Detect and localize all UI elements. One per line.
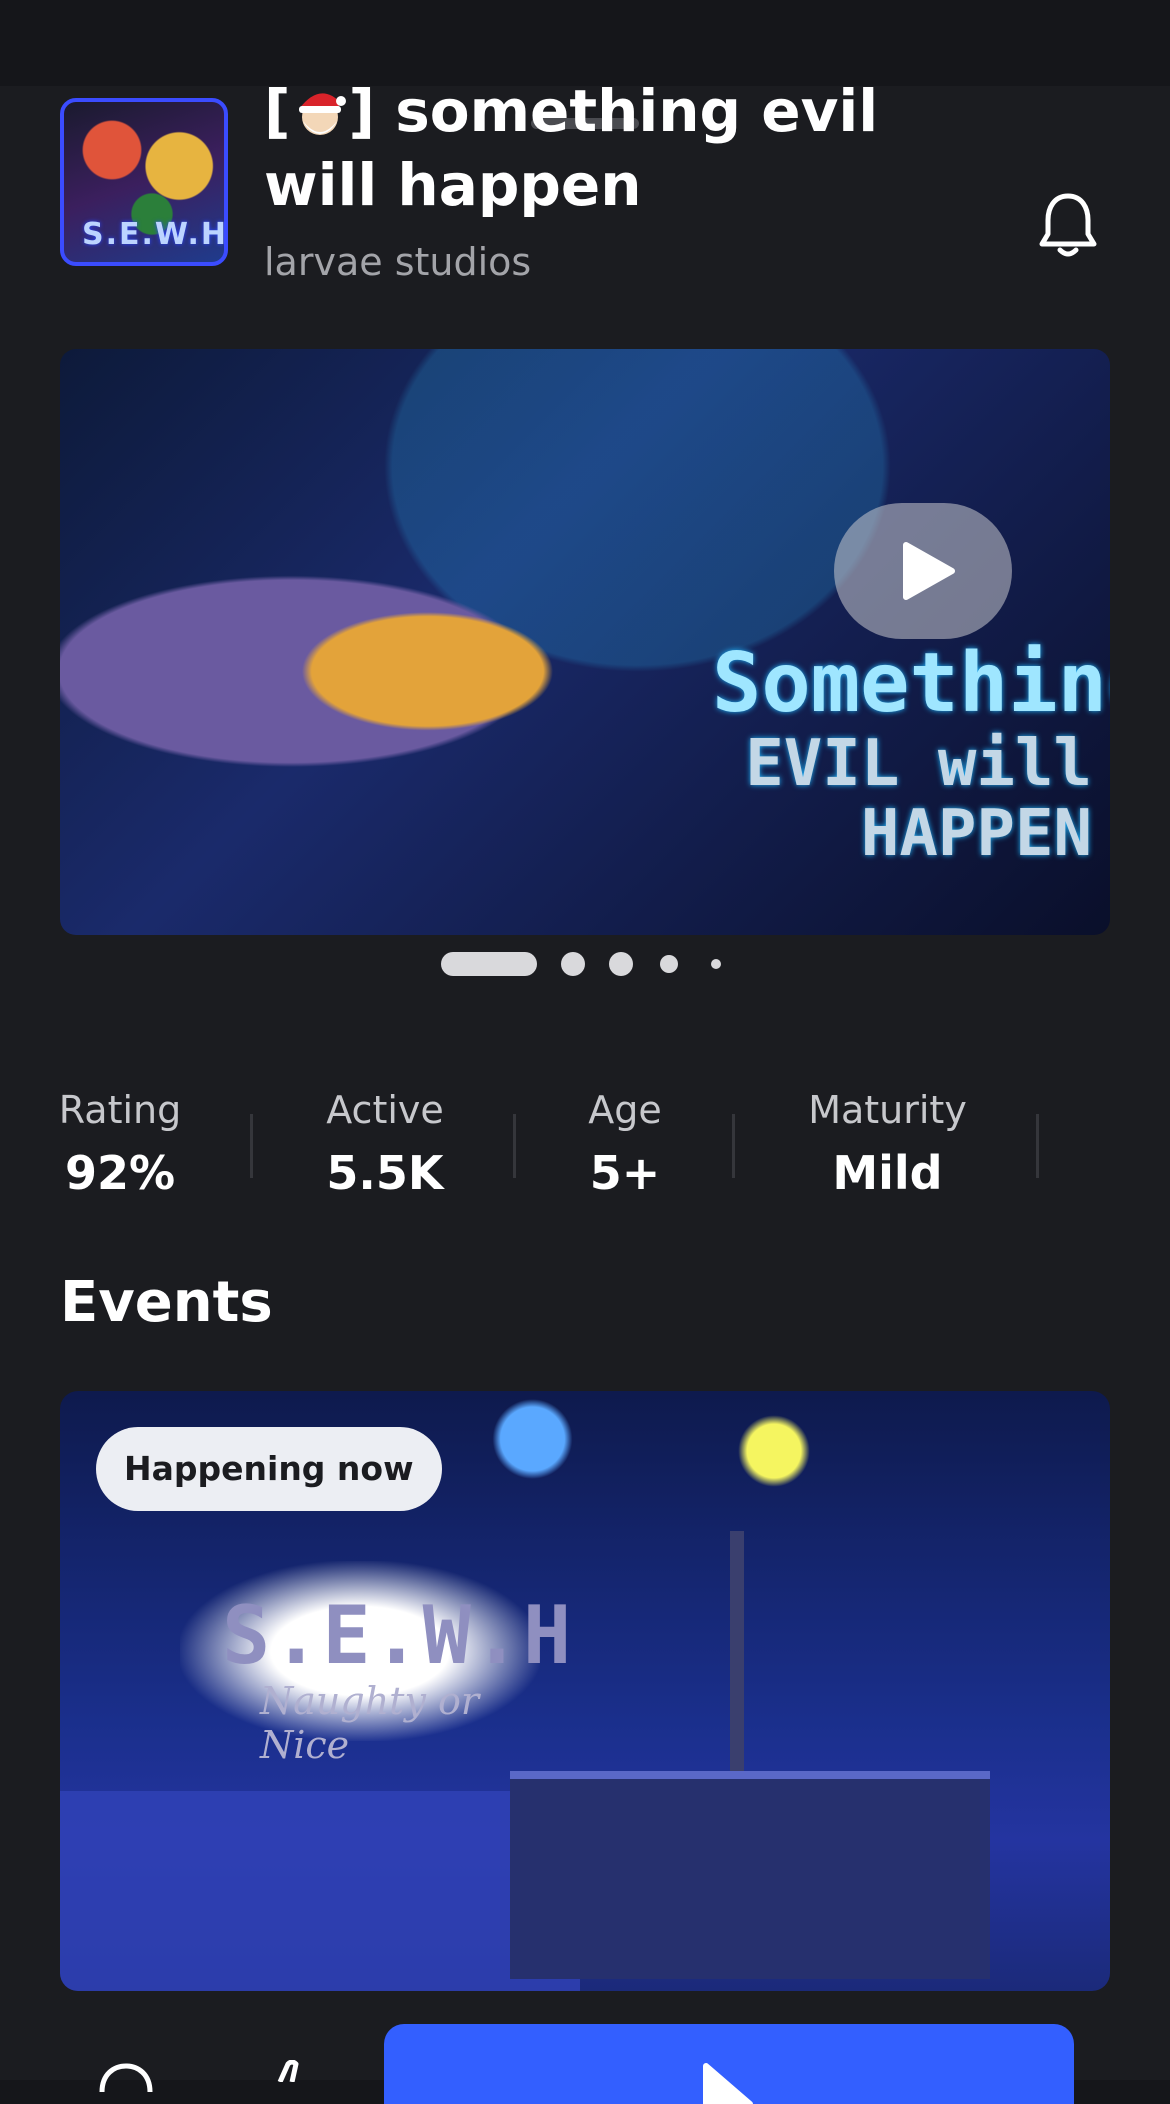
stat-divider xyxy=(1036,1114,1039,1178)
stat-divider xyxy=(513,1114,516,1178)
play-game-button[interactable] xyxy=(384,2024,1074,2104)
stat-age: Age 5+ xyxy=(560,1088,690,1200)
comment-icon[interactable] xyxy=(96,2062,156,2096)
event-card[interactable]: S.E.W.H Naughty or Nice Happening now xyxy=(60,1391,1110,1991)
stat-maturity: Maturity Mild xyxy=(790,1088,985,1200)
carousel-dot[interactable] xyxy=(609,952,633,976)
media-logo: Something EVIL will HAPPEN xyxy=(712,636,1110,871)
event-image-building xyxy=(510,1771,990,1979)
stat-active: Active 5.5K xyxy=(300,1088,470,1200)
stat-value: 5+ xyxy=(589,1146,661,1200)
carousel-dot[interactable] xyxy=(660,955,678,973)
stat-label: Active xyxy=(326,1088,444,1132)
event-logo-line2: Naughty or Nice xyxy=(260,1679,480,1767)
stat-value: Mild xyxy=(832,1146,943,1200)
play-video-button[interactable] xyxy=(834,503,1012,639)
game-title: [ ] something evil will happen xyxy=(264,74,984,222)
developer-name[interactable]: larvae studios xyxy=(264,240,531,284)
carousel-dot[interactable] xyxy=(711,959,721,969)
event-logo: S.E.W.H Naughty or Nice xyxy=(180,1561,571,1767)
title-text: ] something evil will happen xyxy=(264,77,879,219)
stat-value: 92% xyxy=(64,1146,176,1200)
stat-divider xyxy=(250,1114,253,1178)
title-prefix: [ xyxy=(264,77,291,145)
event-image-snow xyxy=(60,1791,580,1991)
thumb-icon[interactable] xyxy=(266,2059,306,2086)
play-icon xyxy=(703,2063,753,2104)
stat-value: 5.5K xyxy=(326,1146,444,1200)
game-thumbnail-icon: S.E.W.H xyxy=(60,98,228,266)
stat-label: Maturity xyxy=(808,1088,967,1132)
play-icon xyxy=(903,542,955,600)
media-logo-line1: Something xyxy=(712,636,1110,731)
media-logo-line3: HAPPEN xyxy=(860,797,1092,871)
stat-divider xyxy=(732,1114,735,1178)
event-image-tower xyxy=(730,1531,744,1781)
happening-now-badge: Happening now xyxy=(96,1427,442,1511)
carousel-dot[interactable] xyxy=(561,952,585,976)
santa-emoji-icon xyxy=(291,79,349,137)
bell-icon[interactable] xyxy=(1036,190,1100,260)
stat-label: Rating xyxy=(58,1088,182,1132)
event-logo-line1: S.E.W.H xyxy=(222,1589,574,1682)
media-logo-line2: EVIL will xyxy=(745,727,1092,801)
carousel-dot-active[interactable] xyxy=(441,952,537,976)
stat-label: Age xyxy=(588,1088,662,1132)
game-icon-text: S.E.W.H xyxy=(82,217,228,252)
media-carousel[interactable]: Something EVIL will HAPPEN xyxy=(60,349,1110,935)
events-section-title: Events xyxy=(60,1270,273,1335)
stat-rating: Rating 92% xyxy=(40,1088,200,1200)
